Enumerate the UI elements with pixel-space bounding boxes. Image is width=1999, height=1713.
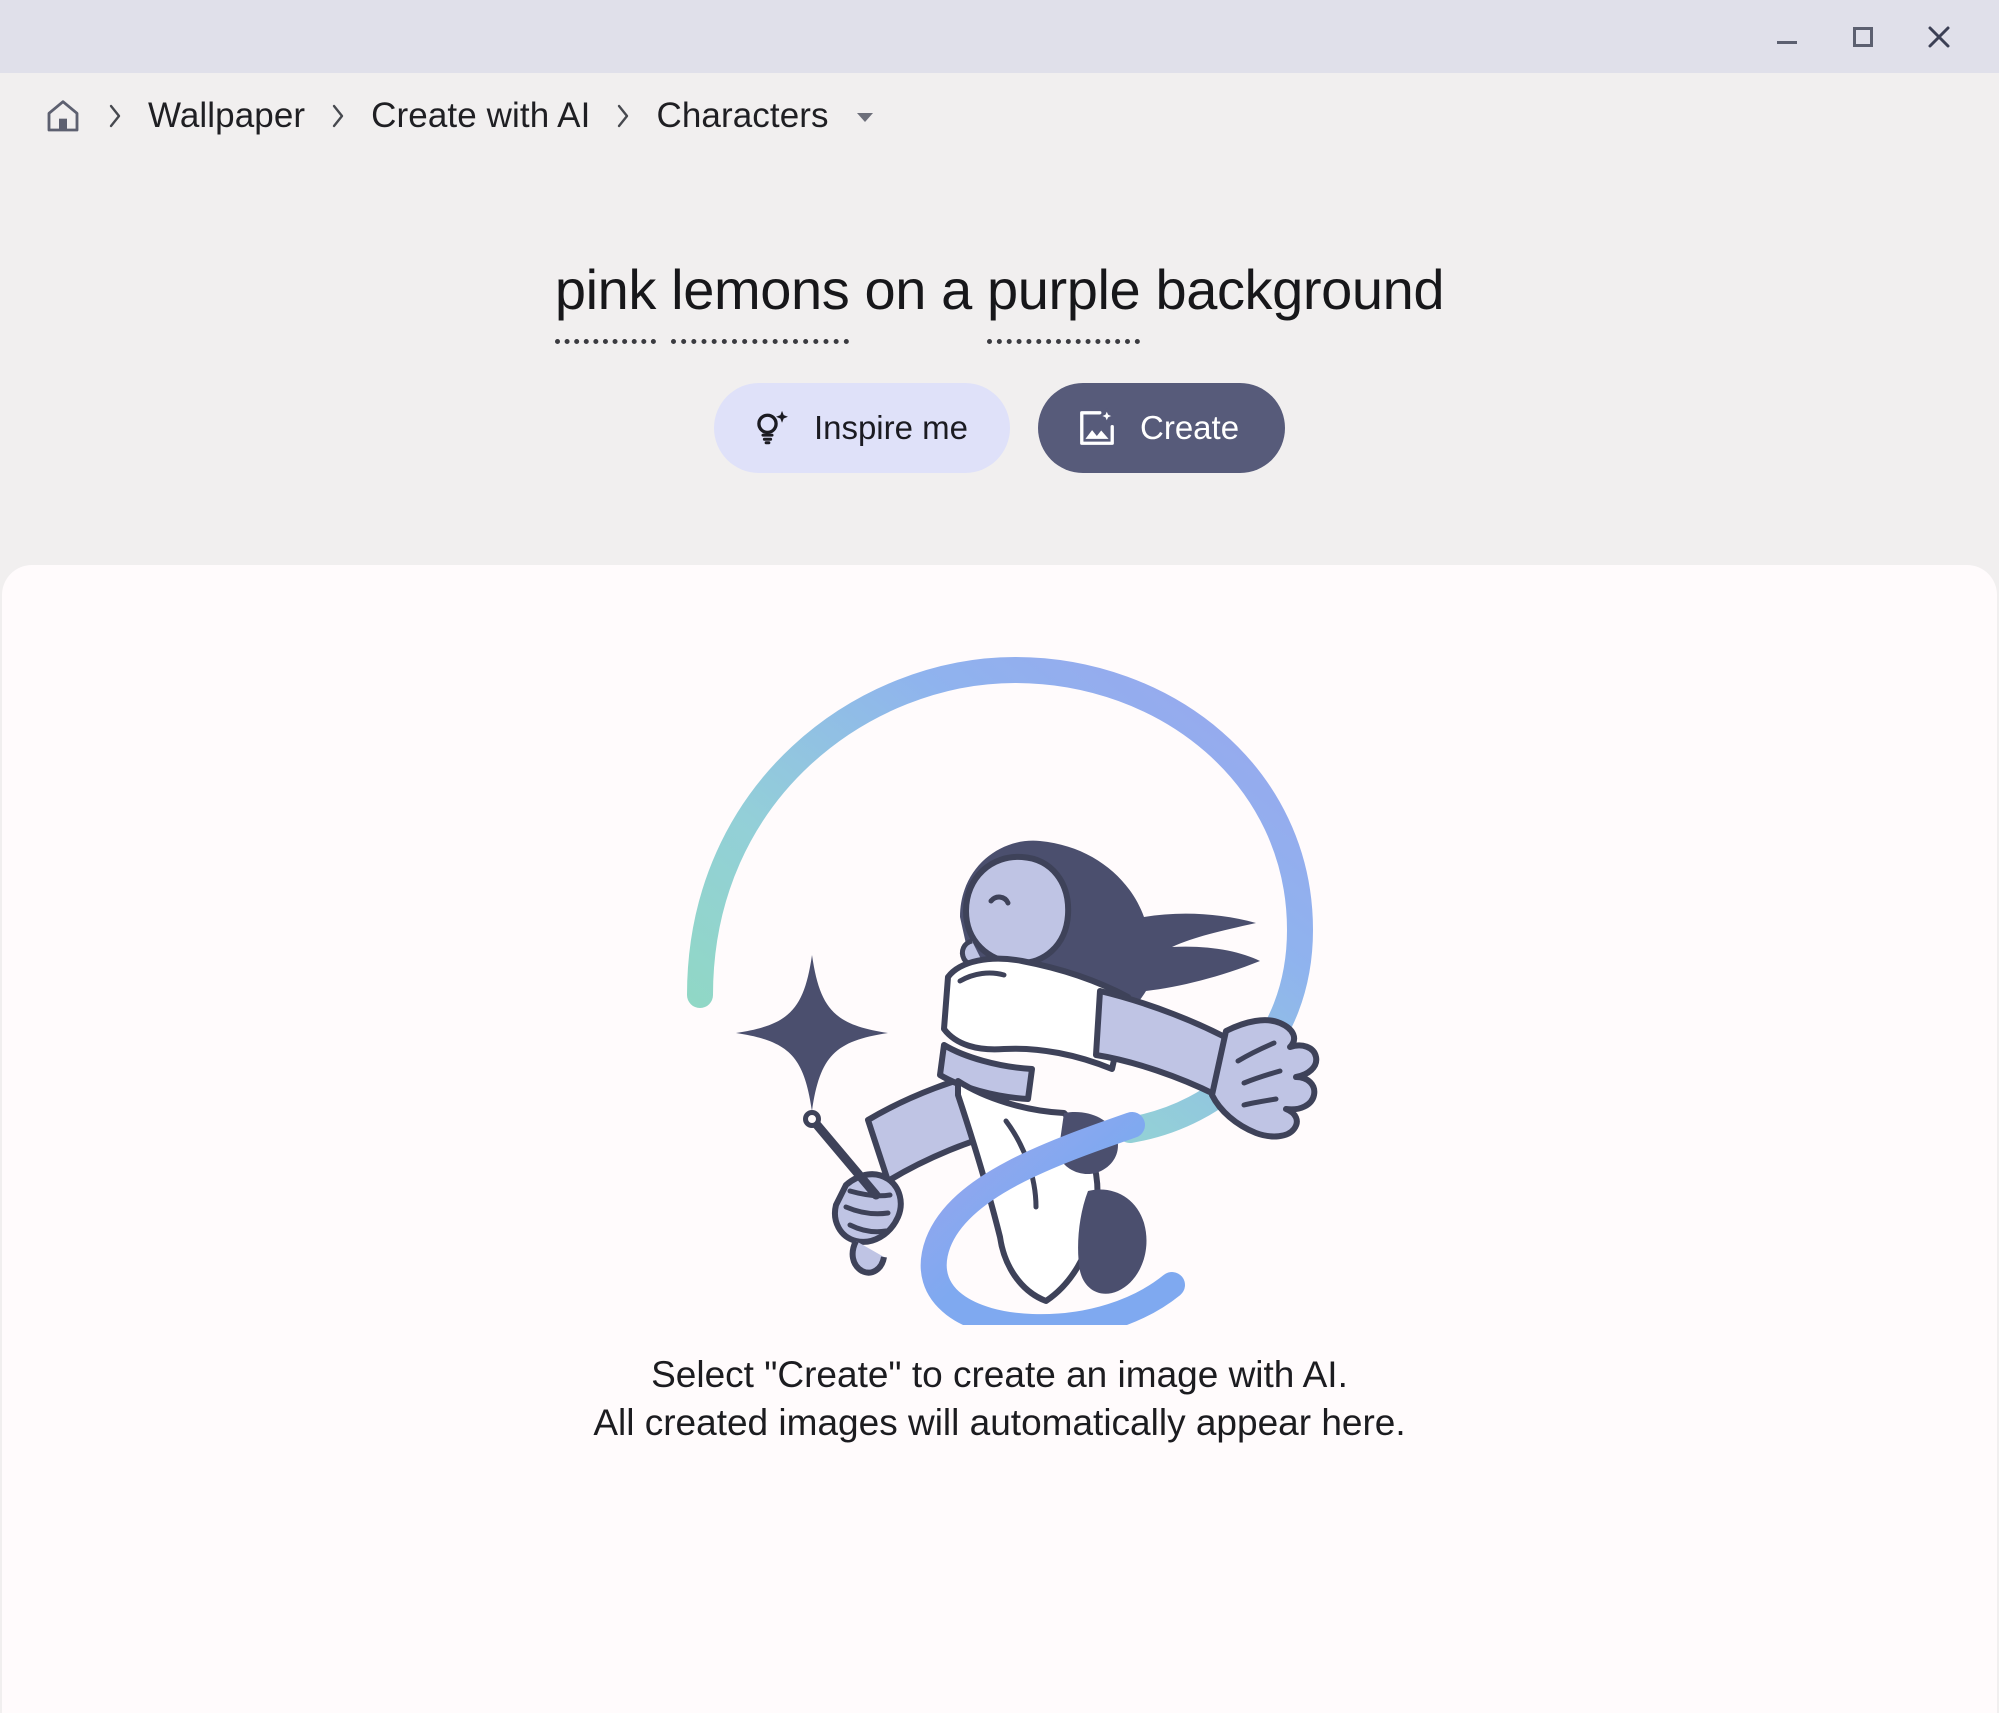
breadcrumb: Wallpaper Create with AI Characters: [0, 73, 1999, 159]
empty-state-line-1: Select "Create" to create an image with …: [651, 1353, 1348, 1395]
results-panel: Select "Create" to create an image with …: [2, 564, 1997, 1713]
breadcrumb-separator: [309, 96, 367, 136]
prompt-word-pink: pink: [554, 258, 656, 344]
breadcrumb-separator: [86, 96, 144, 136]
breadcrumb-separator: [594, 96, 652, 136]
breadcrumb-item-characters[interactable]: Characters: [652, 96, 832, 136]
home-icon[interactable]: [40, 93, 86, 139]
breadcrumb-item-wallpaper[interactable]: Wallpaper: [144, 96, 309, 136]
lightbulb-sparkle-icon: [750, 407, 792, 449]
chevron-down-icon[interactable]: [833, 96, 897, 136]
maximize-button[interactable]: [1825, 6, 1901, 68]
prompt-text-background: background: [1140, 258, 1445, 321]
prompt-input[interactable]: pink lemons on a purple background: [554, 258, 1445, 344]
create-button[interactable]: Create: [1038, 382, 1286, 473]
header-region: Wallpaper Create with AI Characters pink…: [0, 73, 1999, 565]
action-buttons: Inspire me Create: [0, 382, 1999, 565]
title-bar: [0, 0, 1999, 73]
app-window: Wallpaper Create with AI Characters pink…: [0, 0, 1999, 1713]
prompt-text-on-a: on a: [849, 258, 988, 321]
empty-state-line-2: All created images will automatically ap…: [593, 1402, 1406, 1444]
empty-state-illustration: [660, 625, 1340, 1325]
prompt-word-purple: purple: [987, 258, 1141, 344]
image-sparkle-icon: [1076, 407, 1118, 449]
breadcrumb-item-create-with-ai[interactable]: Create with AI: [367, 96, 594, 136]
prompt-word-lemons: lemons: [671, 258, 850, 344]
inspire-me-button[interactable]: Inspire me: [713, 382, 1010, 473]
close-button[interactable]: [1901, 6, 1977, 68]
create-label: Create: [1140, 408, 1240, 446]
minimize-button[interactable]: [1749, 6, 1825, 68]
prompt-row: pink lemons on a purple background: [0, 258, 1999, 344]
inspire-me-label: Inspire me: [813, 408, 968, 446]
empty-state-text: Select "Create" to create an image with …: [593, 1351, 1405, 1449]
